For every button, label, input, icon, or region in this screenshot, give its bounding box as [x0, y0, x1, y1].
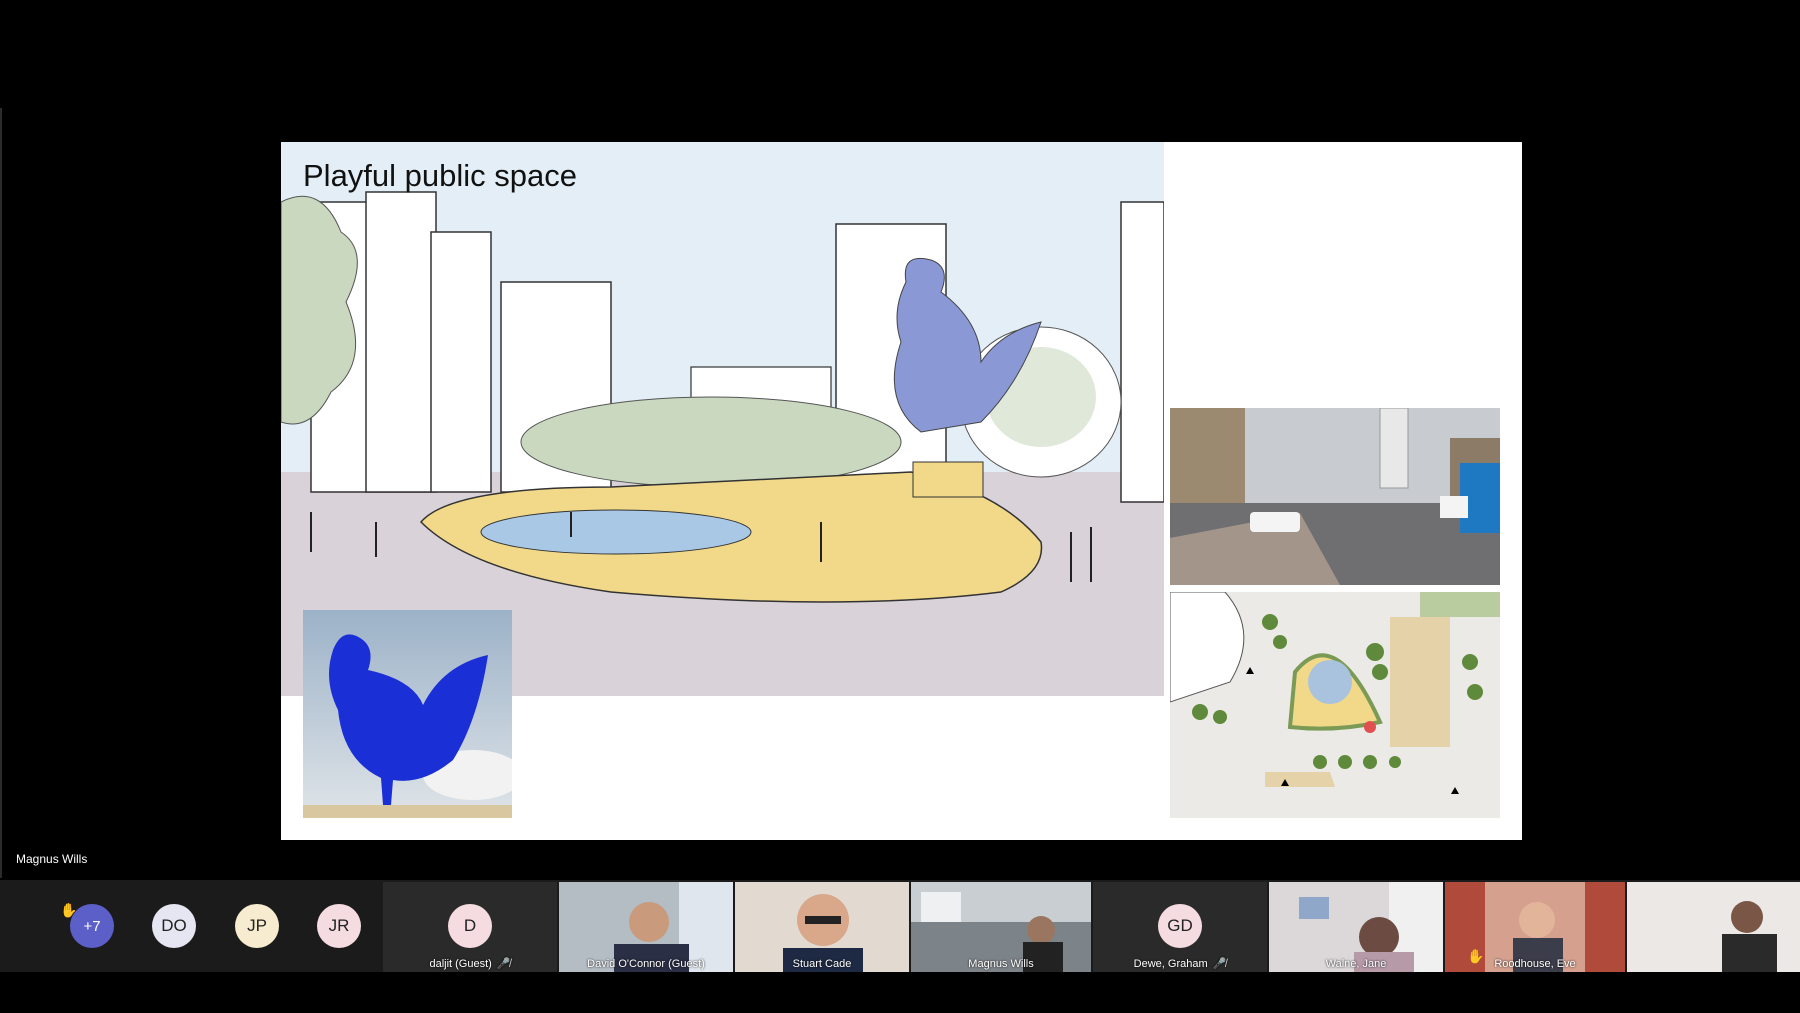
participant-avatar-d: D — [448, 904, 492, 948]
participant-name: Magnus Wills — [968, 958, 1034, 970]
street-view-photo — [1170, 408, 1500, 585]
participant-name: David O'Connor (Guest) — [587, 958, 705, 970]
mic-muted-icon: 🎤̸ — [1212, 958, 1227, 970]
participant-tile-graham[interactable]: GD Dewe, Graham 🎤̸ — [1093, 882, 1267, 972]
overflow-participants-button[interactable]: +7 — [70, 904, 114, 948]
participant-tile-magnus[interactable]: Magnus Wills — [911, 882, 1091, 972]
blue-rooster-photo — [303, 610, 512, 818]
video-feed — [1627, 882, 1800, 972]
participant-tile-stuart[interactable]: Stuart Cade — [735, 882, 909, 972]
site-plan-diagram — [1170, 592, 1500, 818]
participant-name: Dewe, Graham — [1133, 958, 1208, 970]
participant-avatar-do[interactable]: DO — [152, 904, 196, 948]
participant-name-label: daljit (Guest) 🎤̸ — [383, 957, 557, 970]
participant-name: Stuart Cade — [792, 958, 852, 970]
shared-slide: Playful public space — [281, 142, 1522, 840]
participant-avatar-jr[interactable]: JR — [317, 904, 361, 948]
participant-name: Roodhouse, Eve — [1494, 958, 1576, 970]
participant-tile-daljit[interactable]: D daljit (Guest) 🎤̸ — [383, 882, 557, 972]
slide-title: Playful public space — [303, 158, 577, 193]
participant-name-label: Dewe, Graham 🎤̸ — [1093, 957, 1267, 970]
participant-avatar-jp[interactable]: JP — [235, 904, 279, 948]
participant-tile-jane[interactable]: Walne, Jane — [1269, 882, 1443, 972]
bottom-black-bar — [0, 972, 1800, 1013]
participant-tile-unnamed[interactable] — [1627, 882, 1800, 972]
presenter-name-label: Magnus Wills — [16, 852, 88, 866]
top-black-bar — [0, 0, 1800, 108]
participant-name: Walne, Jane — [1325, 958, 1387, 970]
mic-muted-icon: 🎤̸ — [496, 958, 511, 970]
participant-tile-eve[interactable]: ✋ Roodhouse, Eve — [1445, 882, 1625, 972]
participant-tile-david[interactable]: David O'Connor (Guest) — [559, 882, 733, 972]
participant-avatar-gd: GD — [1158, 904, 1202, 948]
participant-name: daljit (Guest) — [429, 958, 492, 970]
